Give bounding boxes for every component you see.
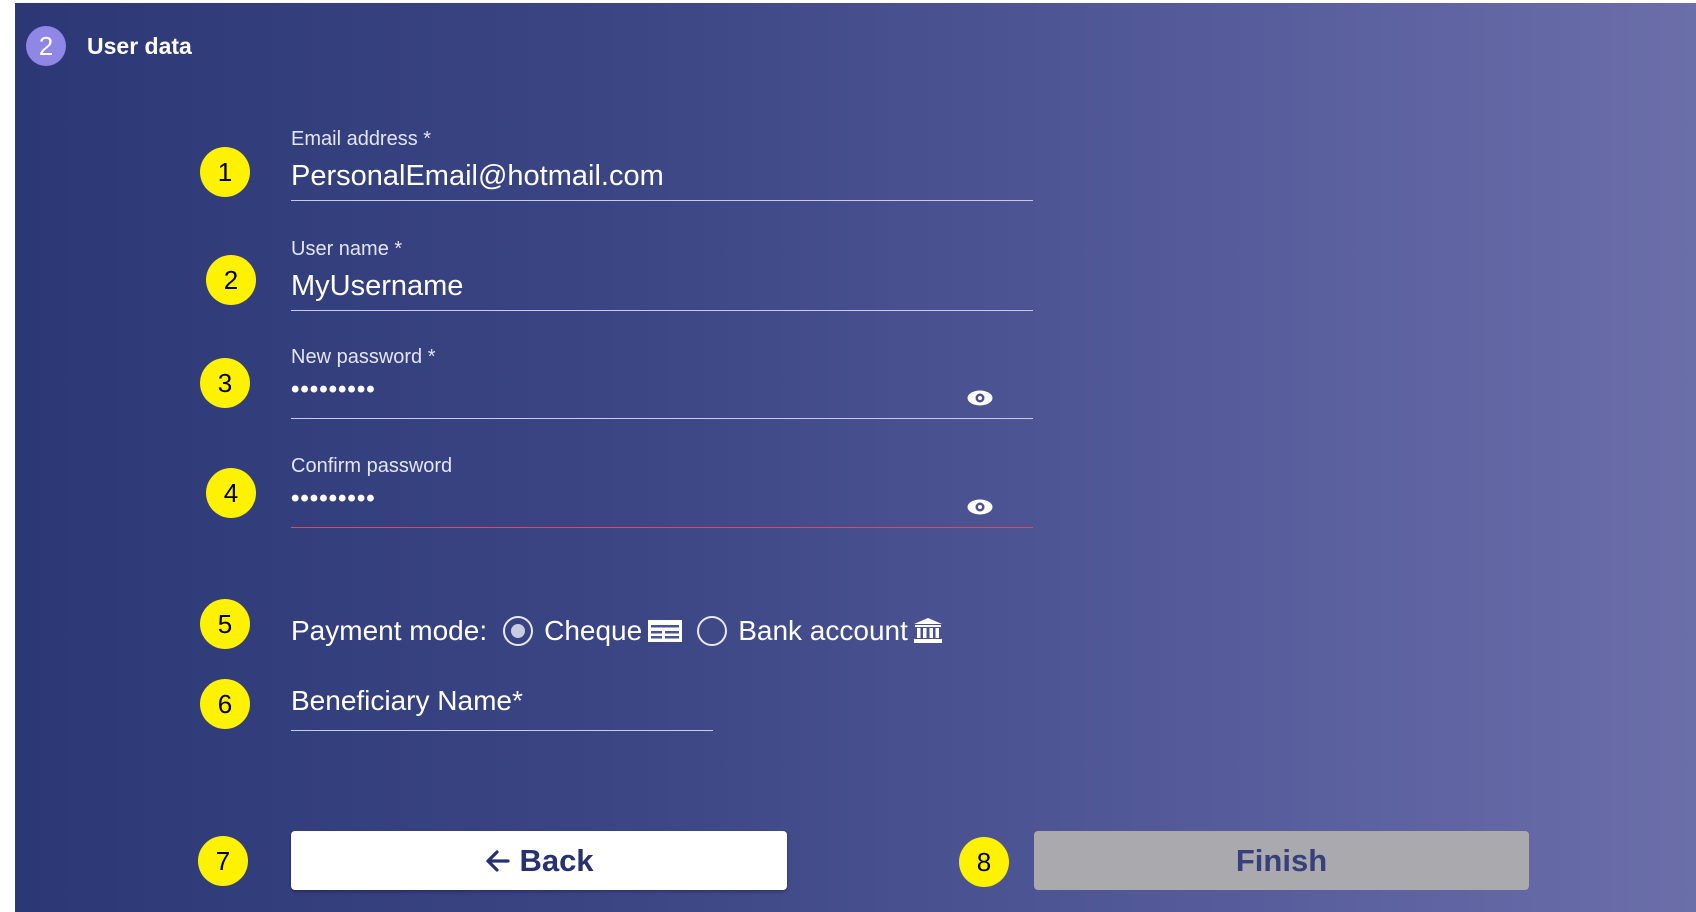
bank-account-radio[interactable]: [697, 616, 728, 646]
finish-button[interactable]: Finish: [1034, 831, 1529, 890]
cheque-option-label[interactable]: Cheque: [544, 615, 642, 647]
annotation-marker-7: 7: [198, 836, 248, 886]
radio-selected-dot: [511, 624, 526, 638]
annotation-marker-2: 2: [206, 255, 256, 305]
annotation-marker-3: 3: [200, 358, 250, 408]
email-field[interactable]: Email address * PersonalEmail@hotmail.co…: [291, 128, 1033, 201]
confirm-password-value[interactable]: •••••••••: [291, 485, 376, 513]
new-password-label: New password *: [291, 346, 436, 368]
new-password-value[interactable]: •••••••••: [291, 376, 376, 404]
annotation-marker-8: 8: [959, 837, 1009, 887]
new-password-field[interactable]: New password * •••••••••: [291, 346, 1033, 419]
user-data-panel: 2 User data 1 Email address * PersonalEm…: [15, 3, 1696, 912]
finish-button-label: Finish: [1235, 842, 1328, 878]
payment-mode-label: Payment mode:: [291, 615, 488, 646]
bank-account-option-label[interactable]: Bank account: [738, 615, 908, 647]
username-value[interactable]: MyUsername: [291, 270, 463, 303]
username-label: User name *: [291, 238, 403, 260]
confirm-password-label: Confirm password: [291, 455, 453, 477]
cheque-radio[interactable]: [503, 616, 534, 646]
annotation-marker-5: 5: [200, 599, 250, 649]
back-button[interactable]: Back: [291, 831, 787, 890]
step-number-badge: 2: [26, 26, 66, 66]
eye-icon[interactable]: [967, 390, 993, 406]
annotation-marker-1: 1: [200, 147, 250, 197]
beneficiary-name-field[interactable]: Beneficiary Name*: [291, 681, 713, 731]
annotation-marker-6: 6: [200, 679, 250, 729]
email-value[interactable]: PersonalEmail@hotmail.com: [291, 160, 664, 193]
annotation-marker-4: 4: [206, 468, 256, 518]
confirm-password-field[interactable]: Confirm password •••••••••: [291, 455, 1033, 528]
email-label: Email address *: [291, 128, 432, 150]
cheque-icon: [648, 620, 683, 642]
bank-icon: [913, 618, 942, 643]
payment-mode-group: Payment mode: Cheque Bank account: [291, 609, 942, 653]
username-field[interactable]: User name * MyUsername: [291, 238, 1033, 311]
eye-icon[interactable]: [967, 499, 993, 515]
arrow-left-icon: [486, 849, 511, 872]
step-header: 2 User data: [26, 26, 192, 66]
back-button-label: Back: [519, 842, 594, 878]
beneficiary-name-placeholder: Beneficiary Name*: [291, 685, 523, 716]
step-title: User data: [87, 32, 192, 59]
